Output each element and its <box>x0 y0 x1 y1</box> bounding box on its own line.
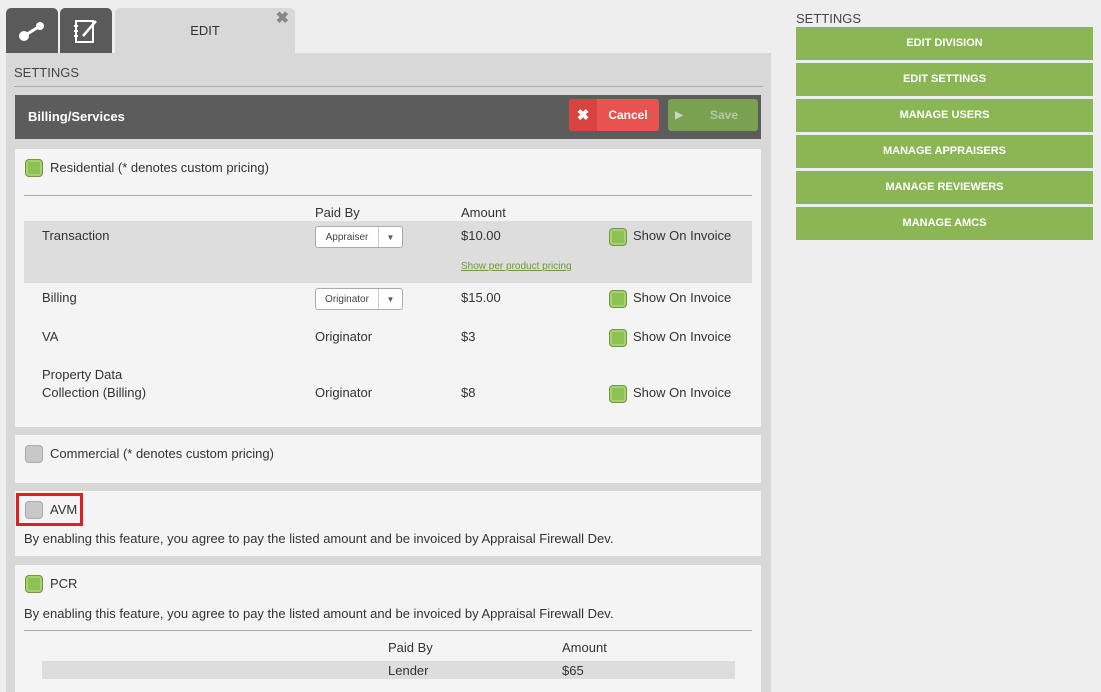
page-title: SETTINGS <box>14 65 80 80</box>
residential-checkbox[interactable] <box>25 159 43 177</box>
panel-title: Billing/Services <box>28 109 125 124</box>
show-on-invoice-label: Show On Invoice <box>633 290 732 305</box>
fee-name: Transaction <box>42 228 110 243</box>
save-button[interactable]: ▶ Save <box>668 99 758 131</box>
fee-name-line2: Collection (Billing) <box>42 385 147 400</box>
show-on-invoice-checkbox[interactable] <box>609 329 627 347</box>
manage-reviewers-button[interactable]: MANAGE REVIEWERS <box>796 171 1093 204</box>
residential-label: Residential (* denotes custom pricing) <box>50 160 269 175</box>
close-icon[interactable]: ✖ <box>276 11 289 27</box>
avm-notice: By enabling this feature, you agree to p… <box>24 531 614 546</box>
show-on-invoice-label: Show On Invoice <box>633 228 732 243</box>
pcr-paid-by: Lender <box>388 663 429 678</box>
edit-division-button[interactable]: EDIT DIVISION <box>796 27 1093 60</box>
divider <box>24 195 752 196</box>
manage-amcs-button[interactable]: MANAGE AMCS <box>796 207 1093 240</box>
divider <box>14 86 763 87</box>
show-on-invoice-checkbox[interactable] <box>609 385 627 403</box>
tab-edit-label: EDIT <box>190 23 220 38</box>
panel-header: Billing/Services ✖ Cancel ▶ Save <box>15 95 761 139</box>
main-panel: SETTINGS Billing/Services ✖ Cancel ▶ Sav… <box>6 53 771 692</box>
tab-share[interactable] <box>6 8 58 53</box>
fee-name: Billing <box>42 290 77 305</box>
sidebar-title: SETTINGS <box>796 11 862 26</box>
manage-appraisers-button[interactable]: MANAGE APPRAISERS <box>796 135 1093 168</box>
close-icon: ✖ <box>569 99 597 131</box>
paid-by-select[interactable]: Originator ▼ <box>315 288 403 310</box>
play-icon: ▶ <box>675 109 683 121</box>
amount-header: Amount <box>461 205 506 220</box>
fee-amount: $10.00 <box>461 228 501 243</box>
paid-by-select[interactable]: Appraiser ▼ <box>315 226 403 248</box>
tab-notes[interactable] <box>60 8 112 53</box>
fee-amount: $15.00 <box>461 290 501 305</box>
fee-paid-by: Originator <box>315 329 373 344</box>
pcr-card: PCR By enabling this feature, you agree … <box>15 565 761 692</box>
tab-edit[interactable]: EDIT ✖ <box>115 8 295 53</box>
paid-by-header: Paid By <box>388 640 433 655</box>
fee-name-line1: Property Data <box>42 367 123 382</box>
pcr-checkbox[interactable] <box>25 575 43 593</box>
notebook-edit-icon <box>74 19 97 43</box>
share-icon <box>19 21 44 41</box>
manage-users-button[interactable]: MANAGE USERS <box>796 99 1093 132</box>
per-product-pricing-link[interactable]: Show per product pricing <box>461 261 572 272</box>
paid-by-header: Paid By <box>315 205 360 220</box>
avm-checkbox[interactable] <box>25 501 43 519</box>
pcr-notice: By enabling this feature, you agree to p… <box>24 606 614 621</box>
pcr-label: PCR <box>50 576 78 591</box>
commercial-label: Commercial (* denotes custom pricing) <box>50 446 274 461</box>
chevron-down-icon: ▼ <box>378 289 402 309</box>
commercial-checkbox[interactable] <box>25 445 43 463</box>
chevron-down-icon: ▼ <box>378 227 402 247</box>
show-on-invoice-checkbox[interactable] <box>609 290 627 308</box>
commercial-card: Commercial (* denotes custom pricing) <box>15 435 761 483</box>
amount-header: Amount <box>562 640 607 655</box>
avm-label: AVM <box>50 502 78 517</box>
show-on-invoice-label: Show On Invoice <box>633 385 732 400</box>
divider <box>24 630 752 631</box>
show-on-invoice-label: Show On Invoice <box>633 329 732 344</box>
show-on-invoice-checkbox[interactable] <box>609 228 627 246</box>
residential-card: Residential (* denotes custom pricing) P… <box>15 149 761 427</box>
pcr-amount: $65 <box>562 663 584 678</box>
avm-card: AVM By enabling this feature, you agree … <box>15 491 761 556</box>
fee-amount: $3 <box>461 329 476 344</box>
fee-paid-by: Originator <box>315 385 373 400</box>
fee-name: VA <box>42 329 59 344</box>
fee-amount: $8 <box>461 385 476 400</box>
cancel-button[interactable]: ✖ Cancel <box>569 99 659 131</box>
edit-settings-button[interactable]: EDIT SETTINGS <box>796 63 1093 96</box>
